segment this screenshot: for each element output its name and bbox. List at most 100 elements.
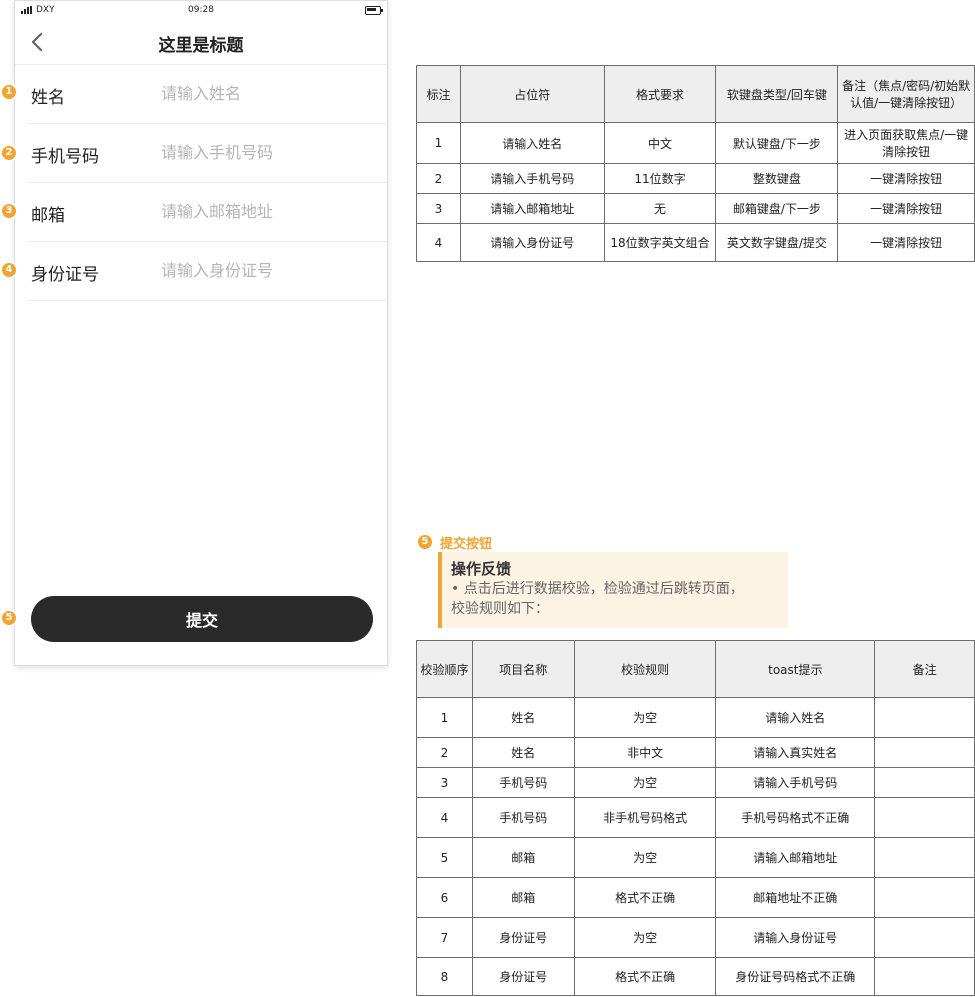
table-row: 3 请输入邮箱地址 无 邮箱键盘/下一步 一键清除按钮 — [416, 193, 975, 224]
table-row: 2 姓名 非中文 请输入真实姓名 — [416, 737, 975, 768]
table-cell: 为空 — [573, 697, 717, 738]
table-cell: 1 — [416, 697, 473, 738]
table-cell: 18位数字英文组合 — [603, 223, 717, 262]
table-cell: 身份证号码格式不正确 — [715, 957, 876, 996]
idcard-label: 身份证号 — [31, 265, 99, 285]
table-cell: 6 — [416, 877, 473, 918]
table-cell: 无 — [603, 193, 717, 224]
form-row-email: 邮箱 — [27, 183, 387, 242]
table-cell: 邮箱 — [471, 877, 575, 918]
table-cell: 一键清除按钮 — [837, 163, 975, 194]
table-cell: 手机号码格式不正确 — [715, 797, 876, 838]
table-cell — [874, 957, 975, 996]
table-header-row: 标注 占位符 格式要求 软键盘类型/回车键 备注（焦点/密码/初始默认值/一键清… — [416, 65, 975, 123]
table-cell: 7 — [416, 917, 473, 958]
table-cell — [874, 737, 975, 768]
table-header-cell: 项目名称 — [471, 640, 575, 698]
table-cell: 请输入邮箱地址 — [715, 837, 876, 878]
table-cell: 请输入手机号码 — [459, 163, 605, 194]
table-cell — [874, 797, 975, 838]
note-title: 提交按钮 — [440, 537, 493, 552]
table-row: 2 请输入手机号码 11位数字 整数键盘 一键清除按钮 — [416, 163, 975, 194]
phone-label: 手机号码 — [31, 147, 99, 167]
table-row: 6 邮箱 格式不正确 邮箱地址不正确 — [416, 877, 975, 918]
table-cell: 请输入手机号码 — [715, 767, 876, 798]
annotation-marker-5-note: 5 — [416, 533, 434, 551]
note-box: 操作反馈 • 点击后进行数据校验，检验通过后跳转页面， 校验规则如下： — [438, 552, 788, 628]
phone-input[interactable] — [161, 138, 381, 166]
battery-icon — [365, 6, 383, 15]
page-title: 这里是标题 — [158, 36, 244, 56]
table-cell: 为空 — [573, 917, 717, 958]
table-cell: 手机号码 — [471, 767, 575, 798]
table-cell — [874, 877, 975, 918]
table-cell — [874, 697, 975, 738]
table-cell: 邮箱 — [471, 837, 575, 878]
table-cell: 邮箱键盘/下一步 — [715, 193, 839, 224]
table-row: 3 手机号码 为空 请输入手机号码 — [416, 767, 975, 798]
table-cell: 中文 — [603, 122, 717, 164]
email-input[interactable] — [161, 197, 381, 225]
status-bar: DXY 09:28 — [15, 1, 387, 21]
table-cell: 请输入姓名 — [715, 697, 876, 738]
nav-bar: 这里是标题 — [15, 21, 387, 65]
table-cell: 请输入姓名 — [459, 122, 605, 164]
table-cell: 身份证号 — [471, 957, 575, 996]
table-cell — [874, 917, 975, 958]
table-cell: 一键清除按钮 — [837, 223, 975, 262]
table-cell: 5 — [416, 837, 473, 878]
name-input[interactable] — [161, 79, 381, 107]
annotation-marker-4: 4 — [0, 261, 18, 279]
table-header-cell: 格式要求 — [603, 65, 717, 123]
table-cell: 非中文 — [573, 737, 717, 768]
email-label: 邮箱 — [31, 206, 65, 226]
table-cell: 一键清除按钮 — [837, 193, 975, 224]
table-row: 7 身份证号 为空 请输入身份证号 — [416, 917, 975, 958]
table-cell — [874, 837, 975, 878]
table-cell: 为空 — [573, 837, 717, 878]
phone-mockup: DXY 09:28 这里是标题 姓名 手机号码 邮箱 身份证号 提交 — [14, 0, 388, 666]
table-cell: 手机号码 — [471, 797, 575, 838]
annotation-marker-1: 1 — [0, 83, 18, 101]
table-cell: 为空 — [573, 767, 717, 798]
table-header-cell: 标注 — [416, 65, 461, 123]
form-row-name: 姓名 — [27, 65, 387, 124]
table-cell: 请输入身份证号 — [715, 917, 876, 958]
form-row-idcard: 身份证号 — [27, 242, 387, 301]
table-cell: 8 — [416, 957, 473, 996]
table-cell: 请输入邮箱地址 — [459, 193, 605, 224]
table-cell: 1 — [416, 122, 461, 164]
table-cell: 2 — [416, 737, 473, 768]
table-cell: 格式不正确 — [573, 877, 717, 918]
table-header-cell: 备注（焦点/密码/初始默认值/一键清除按钮） — [837, 65, 975, 123]
table-row: 8 身份证号 格式不正确 身份证号码格式不正确 — [416, 957, 975, 996]
form-row-phone: 手机号码 — [27, 124, 387, 183]
table-cell: 整数键盘 — [715, 163, 839, 194]
annotation-marker-5: 5 — [0, 609, 18, 627]
table-header-cell: 备注 — [874, 640, 975, 698]
note-line: • 点击后进行数据校验，检验通过后跳转页面， — [451, 581, 744, 597]
table-cell — [874, 767, 975, 798]
table-cell: 4 — [416, 223, 461, 262]
table-cell: 11位数字 — [603, 163, 717, 194]
table-header-row: 校验顺序 项目名称 校验规则 toast提示 备注 — [416, 640, 975, 698]
table-row: 1 姓名 为空 请输入姓名 — [416, 697, 975, 738]
table-cell: 3 — [416, 193, 461, 224]
table-cell: 邮箱地址不正确 — [715, 877, 876, 918]
submit-button[interactable]: 提交 — [31, 596, 373, 642]
name-label: 姓名 — [31, 88, 65, 108]
table-cell: 默认键盘/下一步 — [715, 122, 839, 164]
table-cell: 姓名 — [471, 737, 575, 768]
validation-table: 校验顺序 项目名称 校验规则 toast提示 备注 1 姓名 为空 请输入姓名 … — [416, 640, 975, 996]
table-cell: 4 — [416, 797, 473, 838]
table-header-cell: 软键盘类型/回车键 — [715, 65, 839, 123]
input-spec-table: 标注 占位符 格式要求 软键盘类型/回车键 备注（焦点/密码/初始默认值/一键清… — [416, 65, 975, 262]
table-cell: 姓名 — [471, 697, 575, 738]
table-cell: 英文数字键盘/提交 — [715, 223, 839, 262]
table-row: 4 手机号码 非手机号码格式 手机号码格式不正确 — [416, 797, 975, 838]
table-cell: 3 — [416, 767, 473, 798]
table-header-cell: 占位符 — [459, 65, 605, 123]
annotation-marker-3: 3 — [0, 202, 18, 220]
idcard-input[interactable] — [161, 256, 381, 284]
table-cell: 请输入身份证号 — [459, 223, 605, 262]
